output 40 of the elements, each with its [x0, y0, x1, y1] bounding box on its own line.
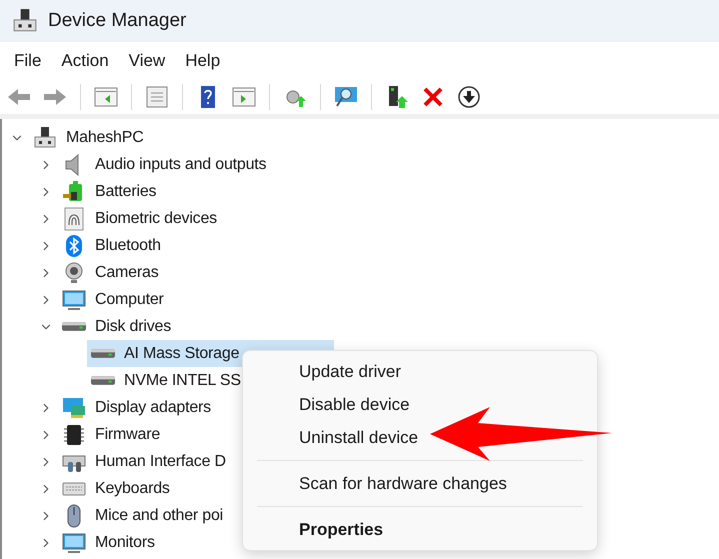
tree-item[interactable]: Firmware — [95, 426, 160, 444]
tree-item[interactable]: Mice and other poi — [95, 506, 224, 524]
display-adapter-icon — [62, 396, 86, 420]
menu-item[interactable]: View — [120, 47, 174, 75]
drive-icon — [91, 349, 115, 358]
tree-item[interactable]: Disk drives — [95, 318, 172, 336]
drive-icon — [91, 376, 115, 385]
window-title: Device Manager — [48, 10, 186, 32]
tree-item[interactable]: Cameras — [95, 264, 159, 282]
tree-item[interactable]: Keyboards — [95, 480, 170, 498]
close-icon — [421, 85, 445, 109]
menu-item[interactable]: Properties — [243, 513, 597, 546]
menu-item[interactable]: Help — [177, 47, 228, 75]
panel-icon — [232, 85, 256, 109]
menu-item[interactable]: Scan for hardware changes — [243, 467, 597, 500]
monitor-icon — [62, 530, 86, 554]
tree-item[interactable]: NVMe INTEL SS — [87, 367, 245, 394]
fingerprint-icon — [62, 206, 86, 230]
tree-item[interactable]: Display adapters — [95, 398, 211, 416]
menu-item[interactable]: File — [6, 47, 50, 75]
download-icon — [457, 85, 481, 109]
tree-item[interactable]: Bluetooth — [95, 236, 161, 254]
tree-item[interactable]: Batteries — [95, 182, 156, 200]
app-icon — [12, 8, 38, 34]
monitor-icon — [62, 288, 86, 312]
menu-item[interactable]: Disable device — [243, 388, 597, 421]
tree-item[interactable]: Biometric devices — [95, 210, 217, 228]
properties-icon — [145, 85, 169, 109]
tree-item[interactable]: Computer — [95, 290, 164, 308]
menu-item[interactable]: Action — [53, 47, 117, 75]
scan-icon — [334, 85, 358, 109]
tree-item[interactable]: Monitors — [95, 534, 155, 552]
computer-icon — [33, 126, 57, 150]
tree-item[interactable]: MaheshPC — [66, 128, 144, 146]
tree-item[interactable]: Audio inputs and outputs — [95, 156, 266, 174]
panel-icon — [94, 85, 118, 109]
drive-icon — [62, 322, 86, 331]
chip-icon — [62, 422, 86, 446]
menu-item[interactable]: Uninstall device — [243, 421, 597, 454]
tree-item[interactable]: Human Interface D — [95, 452, 226, 470]
